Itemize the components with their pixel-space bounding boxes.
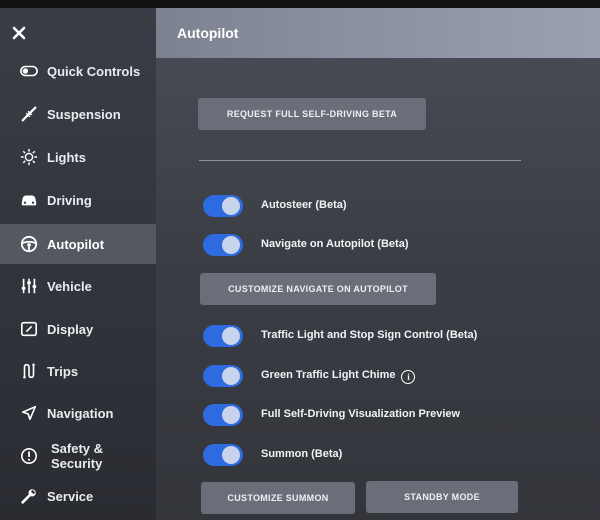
sidebar-item-trips[interactable]: Trips <box>0 351 156 391</box>
sun-icon <box>19 147 39 167</box>
setting-label: Full Self-Driving Visualization Preview <box>261 408 461 420</box>
summon-toggle[interactable] <box>203 444 243 466</box>
sidebar-item-service[interactable]: Service <box>0 476 156 516</box>
close-icon <box>12 26 26 40</box>
sidebar-item-driving[interactable]: Driving <box>0 180 156 220</box>
navigate-on-autopilot-setting: Navigate on Autopilot (Beta) <box>203 234 583 258</box>
customize-summon-button[interactable]: CUSTOMIZE SUMMON <box>201 482 355 514</box>
car-icon <box>19 190 39 210</box>
summon-setting: Summon (Beta) <box>203 444 583 468</box>
toggle-knob <box>222 446 240 464</box>
sidebar-item-label: Display <box>47 321 94 337</box>
sidebar-item-label: Driving <box>47 192 92 208</box>
sidebar-item-label: Quick Controls <box>47 63 141 79</box>
sidebar: Quick Controls Suspension Lights Driving… <box>0 8 156 520</box>
fsd-visualization-toggle[interactable] <box>203 404 243 426</box>
top-bar <box>0 0 600 8</box>
green-light-chime-setting: Green Traffic Light Chime i <box>203 365 583 389</box>
sidebar-item-autopilot[interactable]: Autopilot <box>0 224 156 264</box>
sidebar-item-label: Safety & Security <box>51 441 103 471</box>
sliders-icon <box>19 276 39 296</box>
header: Autopilot <box>156 8 600 58</box>
request-fsd-beta-button[interactable]: REQUEST FULL SELF-DRIVING BETA <box>198 98 426 130</box>
steering-wheel-icon <box>19 234 39 254</box>
traffic-light-stop-sign-setting: Traffic Light and Stop Sign Control (Bet… <box>203 325 583 349</box>
alert-circle-icon <box>19 446 39 466</box>
sidebar-item-label: Trips <box>47 363 79 379</box>
sidebar-item-quick-controls[interactable]: Quick Controls <box>0 51 156 91</box>
sidebar-item-vehicle[interactable]: Vehicle <box>0 266 156 306</box>
standby-mode-button[interactable]: STANDBY MODE <box>366 481 518 513</box>
sidebar-item-label: Suspension <box>47 106 121 122</box>
close-button[interactable] <box>8 22 30 44</box>
setting-label-wrap: Green Traffic Light Chime i <box>261 369 416 384</box>
display-icon <box>19 319 39 339</box>
traffic-light-stop-sign-toggle[interactable] <box>203 325 243 347</box>
sidebar-item-label: Autopilot <box>47 236 105 252</box>
setting-label: Green Traffic Light Chime <box>261 369 396 381</box>
sidebar-item-display[interactable]: Display <box>0 309 156 349</box>
sidebar-item-safety-security[interactable]: Safety & Security <box>0 434 156 478</box>
customize-navigate-on-autopilot-button[interactable]: CUSTOMIZE NAVIGATE ON AUTOPILOT <box>200 273 436 305</box>
toggle-knob <box>222 406 240 424</box>
green-light-chime-toggle[interactable] <box>203 365 243 387</box>
navigate-on-autopilot-toggle[interactable] <box>203 234 243 256</box>
toggle-knob <box>222 236 240 254</box>
toggle-knob <box>222 327 240 345</box>
toggle-knob <box>222 367 240 385</box>
trips-icon <box>19 361 39 381</box>
setting-label: Navigate on Autopilot (Beta) <box>261 238 409 250</box>
label-line-2: Security <box>51 456 103 471</box>
wrench-icon <box>19 486 39 506</box>
toggle-switch-icon <box>19 61 39 81</box>
autosteer-toggle[interactable] <box>203 195 243 217</box>
sidebar-item-label: Navigation <box>47 405 114 421</box>
toggle-knob <box>222 197 240 215</box>
sidebar-item-label: Service <box>47 488 94 504</box>
suspension-icon <box>19 104 39 124</box>
sidebar-item-suspension[interactable]: Suspension <box>0 94 156 134</box>
sidebar-item-navigation[interactable]: Navigation <box>0 393 156 433</box>
sidebar-item-label: Vehicle <box>47 278 92 294</box>
setting-label: Autosteer (Beta) <box>261 199 347 211</box>
fsd-visualization-setting: Full Self-Driving Visualization Preview <box>203 404 583 428</box>
autopilot-settings-panel: REQUEST FULL SELF-DRIVING BETA Autosteer… <box>156 58 600 520</box>
label-line-1: Safety & <box>51 441 104 456</box>
autosteer-setting: Autosteer (Beta) <box>203 195 583 219</box>
divider <box>199 160 521 161</box>
setting-label: Summon (Beta) <box>261 448 343 460</box>
sidebar-item-lights[interactable]: Lights <box>0 137 156 177</box>
sidebar-item-label: Lights <box>47 149 86 165</box>
setting-label: Traffic Light and Stop Sign Control (Bet… <box>261 329 478 341</box>
info-icon[interactable]: i <box>401 370 416 384</box>
page-title: Autopilot <box>177 25 239 41</box>
navigation-arrow-icon <box>19 403 39 423</box>
